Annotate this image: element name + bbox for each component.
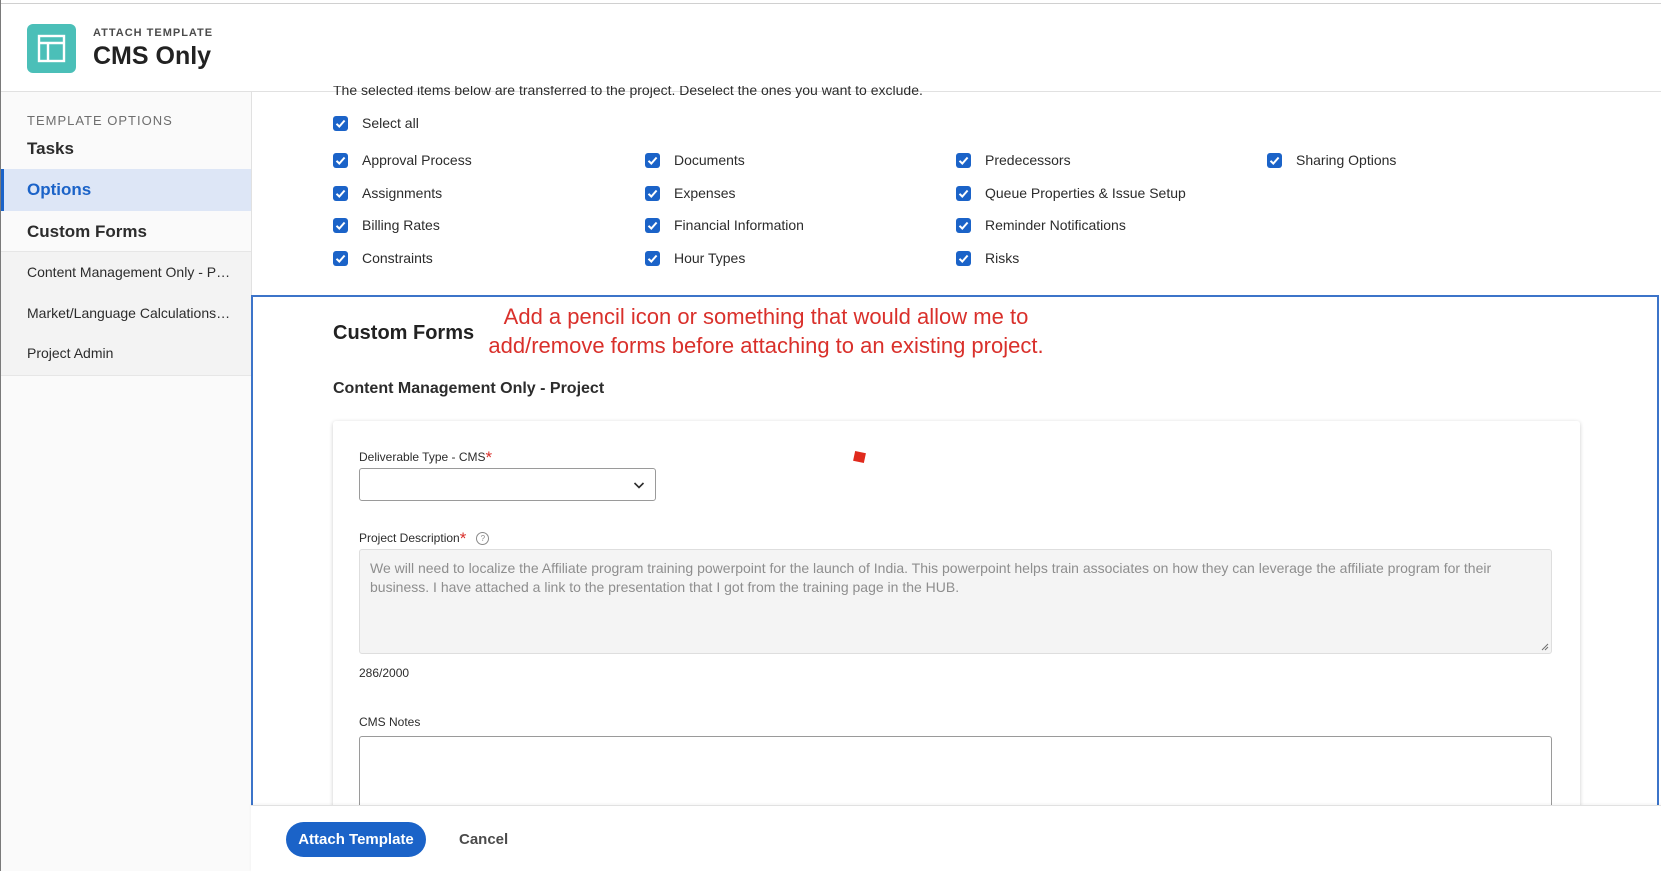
deliverable-type-label-text: Deliverable Type - CMS	[359, 450, 486, 464]
sidebar-subitem-content-management[interactable]: Content Management Only - Project	[1, 262, 251, 282]
checkbox-label: Predecessors	[985, 152, 1071, 168]
checkbox-checked-icon	[1267, 152, 1282, 168]
checkbox-constraints[interactable]: Constraints	[333, 250, 433, 266]
checkbox-predecessors[interactable]: Predecessors	[956, 152, 1071, 168]
checkbox-checked-icon	[333, 185, 348, 201]
required-mark: *	[485, 448, 493, 467]
form-name: Content Management Only - Project	[333, 380, 605, 397]
custom-forms-title: Custom Forms	[333, 322, 475, 344]
checkbox-queue-properties[interactable]: Queue Properties & Issue Setup	[956, 185, 1186, 201]
resize-handle-icon[interactable]	[1541, 643, 1549, 651]
checkbox-label: Approval Process	[362, 152, 472, 168]
checkbox-checked-icon	[645, 185, 660, 201]
required-mark: *	[459, 529, 467, 548]
checkbox-label: Documents	[674, 152, 745, 168]
sidebar-item-tasks[interactable]: Tasks	[1, 138, 251, 166]
page-title: CMS Only	[93, 42, 212, 70]
checkbox-label: Risks	[985, 250, 1020, 266]
checkbox-risks[interactable]: Risks	[956, 250, 1019, 266]
checkbox-label: Sharing Options	[1296, 152, 1397, 168]
sidebar-subitem-project-admin[interactable]: Project Admin	[1, 343, 251, 363]
project-description-textarea[interactable]: We will need to localize the Affiliate p…	[359, 549, 1552, 654]
deliverable-type-label: Deliverable Type - CMS*	[359, 446, 493, 467]
checkbox-financial-information[interactable]: Financial Information	[645, 217, 804, 233]
cancel-button[interactable]: Cancel	[453, 822, 514, 857]
checkbox-approval-process[interactable]: Approval Process	[333, 152, 472, 168]
cms-notes-textarea[interactable]	[359, 736, 1552, 806]
checkbox-sharing-options[interactable]: Sharing Options	[1267, 152, 1396, 168]
chevron-down-icon	[633, 482, 645, 489]
checkbox-checked-icon	[956, 152, 971, 168]
attach-template-button[interactable]: Attach Template	[286, 822, 426, 857]
checkbox-checked-icon	[333, 152, 348, 168]
sidebar-subitems: Content Management Only - Project Market…	[1, 251, 251, 376]
checkbox-checked-icon	[333, 250, 348, 266]
project-description-label: Project Description*?	[359, 527, 490, 548]
checkbox-checked-icon	[956, 185, 971, 201]
checkbox-checked-icon	[645, 250, 660, 266]
checkbox-label: Queue Properties & Issue Setup	[985, 185, 1186, 201]
checkbox-checked-icon	[333, 217, 348, 233]
checkbox-expenses[interactable]: Expenses	[645, 185, 735, 201]
checkbox-label: Select all	[362, 115, 419, 131]
select-all-checkbox[interactable]: Select all	[333, 115, 419, 131]
checkbox-label: Billing Rates	[362, 217, 440, 233]
checkbox-checked-icon	[645, 217, 660, 233]
checkbox-checked-icon	[956, 217, 971, 233]
checkbox-label: Hour Types	[674, 250, 746, 266]
header: ATTACH TEMPLATE CMS Only	[1, 4, 1661, 92]
checkbox-assignments[interactable]: Assignments	[333, 185, 442, 201]
checkbox-checked-icon	[956, 250, 971, 266]
character-count: 286/2000	[359, 666, 410, 680]
project-description-value: We will need to localize the Affiliate p…	[370, 560, 1492, 595]
checkbox-checked-icon	[333, 115, 348, 131]
deliverable-type-select[interactable]	[359, 468, 656, 501]
checkbox-documents[interactable]: Documents	[645, 152, 745, 168]
checkbox-label: Assignments	[362, 185, 443, 201]
sidebar-subitem-market-language[interactable]: Market/Language Calculations Project	[1, 303, 251, 323]
checkbox-label: Financial Information	[674, 217, 804, 233]
checkbox-hour-types[interactable]: Hour Types	[645, 250, 745, 266]
sidebar-group-label: TEMPLATE OPTIONS	[27, 113, 173, 128]
header-eyebrow: ATTACH TEMPLATE	[93, 27, 214, 39]
checkbox-label: Reminder Notifications	[985, 217, 1126, 233]
checkbox-reminder-notifications[interactable]: Reminder Notifications	[956, 217, 1126, 233]
checkbox-label: Constraints	[362, 250, 433, 266]
sidebar: TEMPLATE OPTIONS Tasks Options Custom Fo…	[1, 92, 252, 871]
checkbox-checked-icon	[645, 152, 660, 168]
sidebar-item-options[interactable]: Options	[1, 169, 251, 211]
template-layout-icon	[27, 24, 76, 73]
project-description-label-text: Project Description	[359, 531, 460, 545]
help-icon[interactable]: ?	[476, 532, 490, 546]
checkbox-billing-rates[interactable]: Billing Rates	[333, 217, 440, 233]
feedback-annotation: Add a pencil icon or something that woul…	[488, 304, 1044, 358]
checkbox-label: Expenses	[674, 185, 736, 201]
cms-notes-label: CMS Notes	[359, 715, 421, 729]
sidebar-item-custom-forms[interactable]: Custom Forms	[1, 218, 251, 246]
annotation-marker	[853, 450, 866, 464]
